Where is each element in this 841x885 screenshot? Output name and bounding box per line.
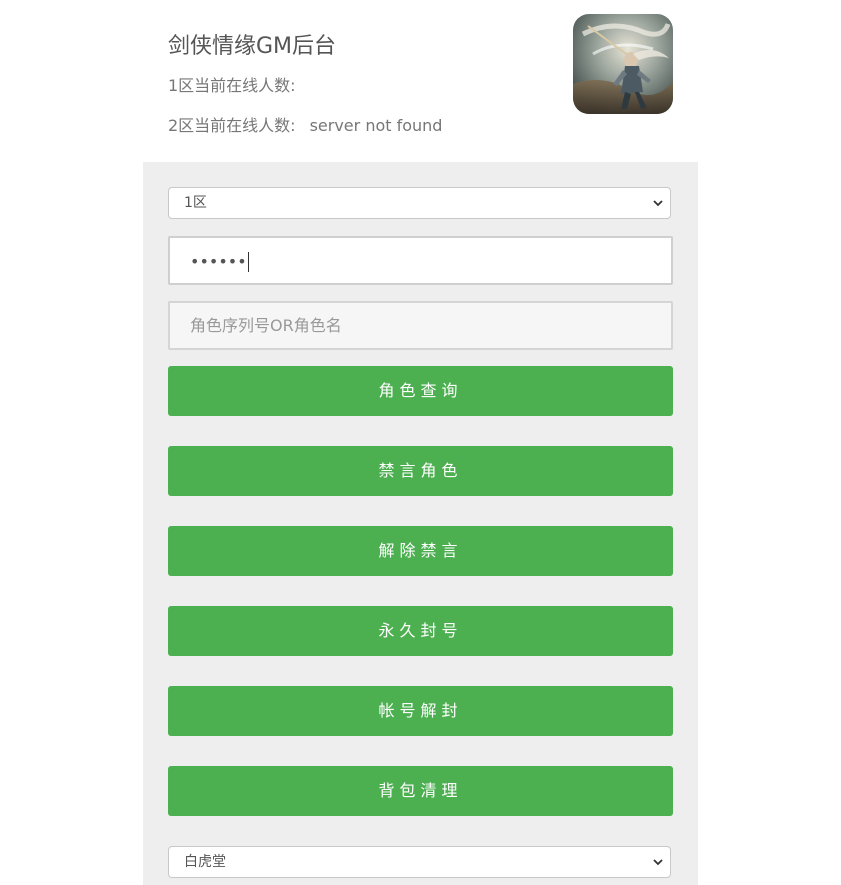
text-caret [247,251,249,272]
zone1-online-count: 1区当前在线人数: [168,72,310,96]
password-value: •••••• [190,252,247,271]
gm-admin-page: 剑侠情缘GM后台 1区当前在线人数: 2区当前在线人数: server not f… [0,0,841,885]
zone-select[interactable]: 1区 [168,187,671,219]
chevron-down-icon [653,859,663,866]
control-panel: 1区 •••••• 角色序列号OR角色名 角色查询 禁言角色 解除禁言 永久封号… [143,162,698,885]
hall-select[interactable]: 白虎堂 [168,846,671,878]
chevron-down-icon [653,200,663,207]
page-title: 剑侠情缘GM后台 [168,34,337,59]
password-input[interactable]: •••••• [168,236,673,285]
unban-account-button[interactable]: 帐号解封 [168,686,673,736]
zone2-online-label: 2区当前在线人数: [168,116,296,135]
game-avatar-icon [573,14,673,114]
unmute-button[interactable]: 解除禁言 [168,526,673,576]
game-avatar-art [573,14,673,114]
zone2-online-count: 2区当前在线人数: server not found [168,112,442,136]
role-input-placeholder: 角色序列号OR角色名 [190,316,342,335]
zone2-online-value: server not found [309,116,443,135]
mute-role-button[interactable]: 禁言角色 [168,446,673,496]
hall-select-value: 白虎堂 [184,854,226,870]
header: 剑侠情缘GM后台 1区当前在线人数: 2区当前在线人数: server not f… [168,0,674,160]
permanent-ban-button[interactable]: 永久封号 [168,606,673,656]
query-role-button[interactable]: 角色查询 [168,366,673,416]
role-input[interactable]: 角色序列号OR角色名 [168,301,673,350]
clear-bag-button[interactable]: 背包清理 [168,766,673,816]
zone-select-value: 1区 [184,195,207,211]
zone1-online-label: 1区当前在线人数: [168,76,296,95]
